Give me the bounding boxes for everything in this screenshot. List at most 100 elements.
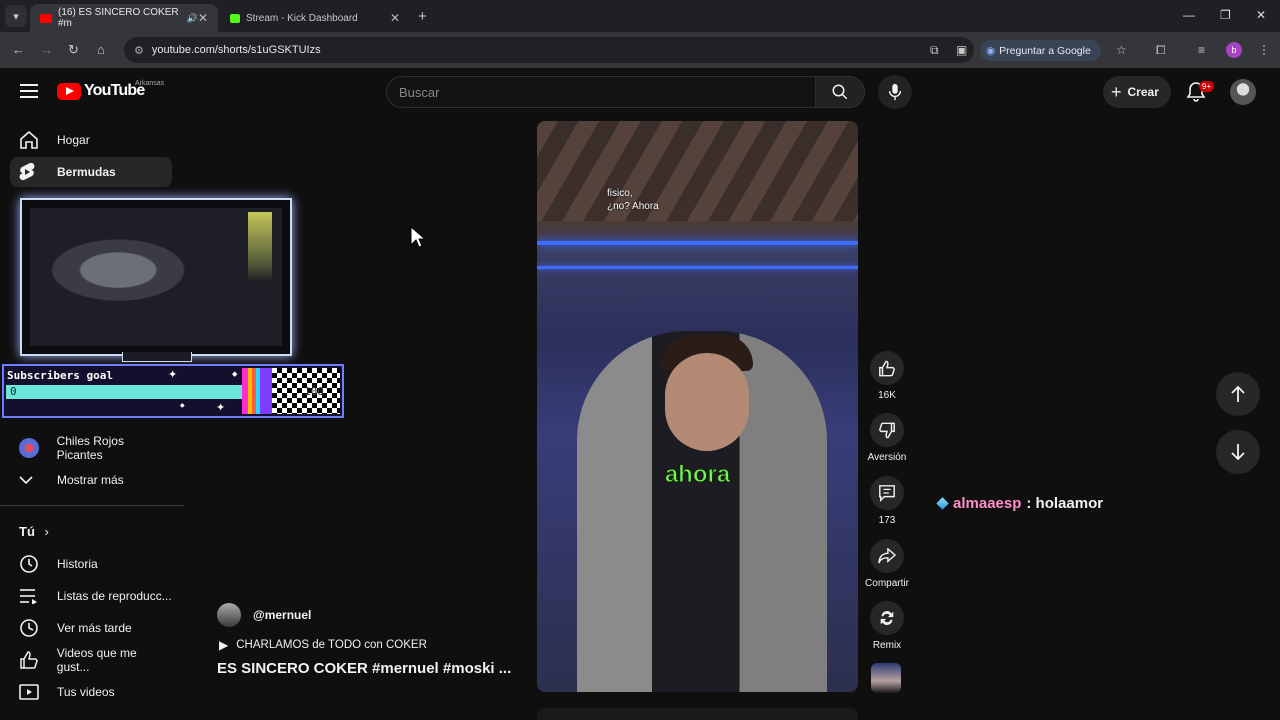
remix-label: Remix: [872, 640, 902, 651]
dislike-button[interactable]: Aversión: [860, 413, 914, 463]
webcam-light: [248, 212, 272, 282]
audio-icon[interactable]: 🔊: [187, 13, 198, 24]
subscribers-goal-widget: Subscribers goal 0 100 ✦ ◆ ◆ ✦: [2, 364, 344, 418]
forward-icon[interactable]: →: [40, 42, 53, 57]
bookmark-star-icon[interactable]: ☆: [1116, 43, 1127, 57]
sidebar-item-your-videos[interactable]: Tus videos: [10, 677, 172, 707]
search-input[interactable]: Buscar: [386, 76, 816, 108]
video-caption-top: fisico, ¿no? Ahora: [607, 188, 659, 212]
sidebar-item-label: Videos que me gust...: [56, 646, 137, 674]
sidebar-item-shorts[interactable]: Bermudas: [10, 157, 172, 187]
sidebar-item-label: Listas de reproducc...: [57, 589, 172, 603]
restore-icon[interactable]: ❐: [1220, 8, 1231, 22]
thumb-up-icon: [10, 651, 57, 669]
sparkle-icon: ◆: [180, 403, 185, 409]
sidebar-item-label: Historia: [57, 557, 98, 571]
arrow-down-icon: [1231, 444, 1245, 461]
google-lens-icon: ◉: [986, 44, 996, 57]
site-info-icon[interactable]: ⚙: [134, 44, 144, 57]
search-button[interactable]: [815, 76, 865, 108]
video-roof: [537, 121, 858, 221]
short-video-player[interactable]: fisico, ¿no? Ahora ahora: [537, 121, 858, 692]
sidebar-item-subscription[interactable]: Chiles Rojos Picantes: [10, 433, 172, 463]
previous-short-button[interactable]: [1216, 372, 1260, 416]
chevron-down-icon: [10, 475, 57, 485]
tab-kick[interactable]: Stream - Kick Dashboard ✕: [220, 4, 410, 32]
sidebar-item-label: Bermudas: [57, 165, 116, 179]
webcam-feed: [30, 208, 282, 346]
webcam-overlay: [20, 198, 292, 362]
sidebar-item-label: Mostrar más: [57, 473, 124, 487]
url-text: youtube.com/shorts/s1uGSKTUIzs: [151, 44, 321, 56]
tab-youtube[interactable]: (16) ES SINCERO COKER #m 🔊 ✕: [30, 4, 218, 32]
video-led-shelf: [537, 266, 858, 269]
url-field[interactable]: ⚙ youtube.com/shorts/s1uGSKTUIzs: [124, 37, 974, 63]
voice-search-button[interactable]: [878, 75, 912, 109]
sidebar-item-playlists[interactable]: Listas de reproducc...: [10, 581, 172, 611]
extensions-icon[interactable]: ⧠: [1156, 43, 1166, 58]
home-icon: [10, 131, 57, 149]
menu-icon[interactable]: [20, 84, 38, 98]
new-tab-icon[interactable]: +: [418, 8, 427, 25]
playlist-link[interactable]: ▶ CHARLAMOS de TODO con COKER: [219, 638, 427, 652]
goal-max: 100: [304, 385, 324, 398]
remix-button[interactable]: Remix: [860, 601, 914, 651]
minimize-icon[interactable]: —: [1183, 8, 1195, 22]
short-title[interactable]: ES SINCERO COKER #mernuel #moski ...: [217, 660, 511, 677]
channel-avatar: [10, 438, 57, 458]
clock-icon: [10, 618, 57, 638]
plus-icon: +: [1111, 81, 1122, 102]
install-app-icon[interactable]: ▣: [956, 43, 967, 57]
youtube-favicon-icon: [40, 13, 52, 23]
goal-stripes: [242, 368, 272, 414]
sparkle-icon: ✦: [168, 369, 178, 381]
close-tab-icon[interactable]: ✕: [198, 11, 208, 25]
mouse-cursor-icon: [410, 226, 426, 248]
ask-google-button[interactable]: ◉ Preguntar a Google: [980, 40, 1101, 61]
history-icon: [10, 554, 57, 574]
channel-avatar[interactable]: [217, 603, 241, 627]
account-avatar[interactable]: [1230, 79, 1256, 105]
next-short-button[interactable]: [1216, 430, 1260, 474]
sidebar-item-watch-later[interactable]: Ver más tarde: [10, 613, 172, 643]
channel-name[interactable]: @mernuel: [253, 608, 311, 622]
you-section-header[interactable]: Tú ›: [19, 524, 49, 539]
play-icon: ▶: [219, 638, 229, 652]
sidebar-item-label: Ver más tarde: [57, 621, 132, 635]
close-window-icon[interactable]: ✕: [1256, 8, 1266, 22]
sidebar-item-history[interactable]: Historia: [10, 549, 172, 579]
sidebar-item-label: Hogar: [57, 133, 90, 147]
notification-badge: 9+: [1199, 81, 1215, 92]
back-icon[interactable]: ←: [12, 42, 25, 57]
browser-menu-icon[interactable]: ⋮: [1258, 43, 1270, 57]
sidebar-item-liked-videos[interactable]: Videos que me gust...: [10, 645, 172, 675]
translate-icon[interactable]: ⧉: [930, 43, 939, 58]
share-button[interactable]: Compartir: [860, 539, 914, 589]
browser-profile-avatar[interactable]: b: [1226, 42, 1242, 58]
youtube-play-icon: [57, 82, 81, 100]
sound-thumbnail[interactable]: [871, 663, 901, 693]
youtube-logo[interactable]: YouTube: [57, 82, 145, 100]
stream-chat-message: almaaesp : holaamor: [936, 495, 1103, 512]
tab-title: Stream - Kick Dashboard: [246, 12, 358, 24]
sidebar-item-label: Tus videos: [57, 685, 115, 699]
mic-icon: [888, 83, 902, 101]
media-control-icon[interactable]: ≡: [1198, 43, 1205, 57]
home-browser-icon[interactable]: ⌂: [97, 42, 105, 57]
like-button[interactable]: 16K: [860, 351, 914, 401]
create-button[interactable]: + Crear: [1103, 76, 1171, 108]
close-tab-icon[interactable]: ✕: [390, 11, 400, 25]
sidebar-item-show-more[interactable]: Mostrar más: [10, 465, 172, 495]
reload-icon[interactable]: ↻: [68, 42, 79, 58]
sidebar-item-home[interactable]: Hogar: [10, 125, 172, 155]
next-short-preview[interactable]: [537, 708, 858, 720]
your-videos-icon: [10, 684, 57, 700]
tab-search-button[interactable]: ▾: [5, 5, 27, 27]
thumb-up-icon: [870, 351, 904, 385]
cube-badge-icon: [936, 497, 949, 510]
chat-username: almaaesp: [953, 495, 1022, 512]
ask-google-label: Preguntar a Google: [999, 44, 1091, 57]
sparkle-icon: ✦: [216, 402, 226, 414]
shorts-icon: [10, 162, 57, 182]
comments-button[interactable]: 173: [860, 476, 914, 526]
